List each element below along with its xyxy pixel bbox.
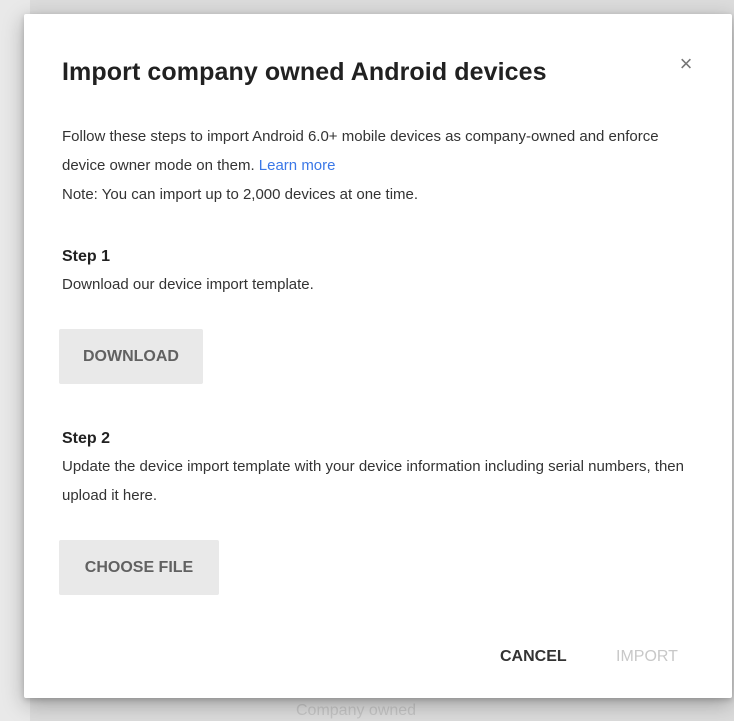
dialog-title: Import company owned Android devices [62,58,547,86]
background-footer-text: Company owned [296,702,417,719]
step-2-heading: Step 2 [62,430,111,447]
step-1-heading: Step 1 [62,248,111,265]
import-dialog: × Import company owned Android devices F… [24,14,732,698]
cancel-button[interactable]: CANCEL [500,648,567,666]
download-button[interactable]: DOWNLOAD [59,329,203,384]
dialog-intro: Follow these steps to import Android 6.0… [62,122,682,209]
close-icon[interactable]: × [672,50,700,78]
intro-text: Follow these steps to import Android 6.0… [62,128,659,174]
step-1-description: Download our device import template. [62,276,314,293]
choose-file-button[interactable]: CHOOSE FILE [59,540,219,595]
import-button[interactable]: IMPORT [616,648,678,666]
import-limit-note: Note: You can import up to 2,000 devices… [62,186,419,203]
step-2-description: Update the device import template with y… [62,458,684,504]
learn-more-link[interactable]: Learn more [259,157,336,174]
